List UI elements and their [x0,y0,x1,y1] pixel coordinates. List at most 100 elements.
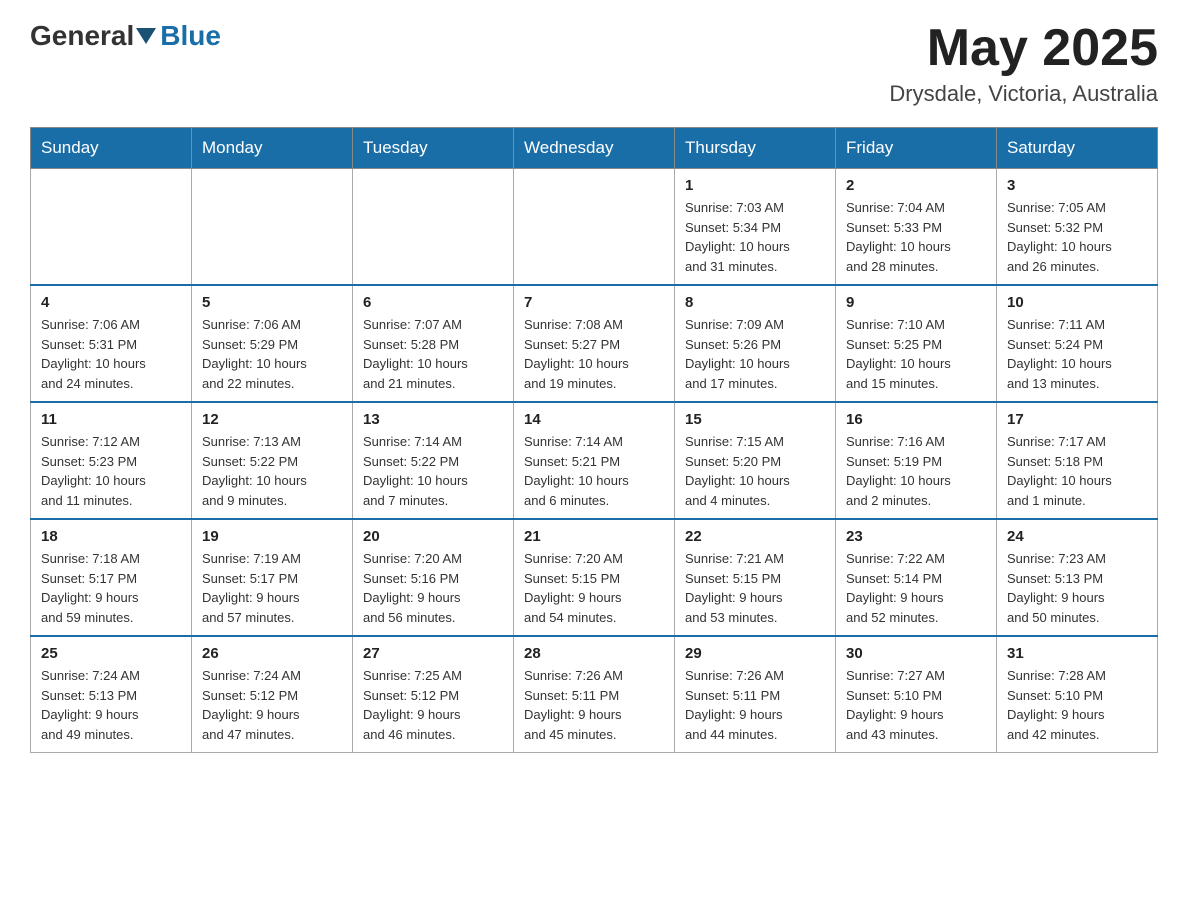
calendar-cell: 13 Sunrise: 7:14 AMSunset: 5:22 PMDayligh… [353,402,514,519]
calendar-cell: 28 Sunrise: 7:26 AMSunset: 5:11 PMDayligh… [514,636,675,753]
calendar-cell: 16 Sunrise: 7:16 AMSunset: 5:19 PMDayligh… [836,402,997,519]
day-info: Sunrise: 7:17 AMSunset: 5:18 PMDaylight:… [1007,432,1147,510]
day-info: Sunrise: 7:26 AMSunset: 5:11 PMDaylight:… [524,666,664,744]
day-number: 21 [524,528,664,545]
day-number: 3 [1007,177,1147,194]
day-info: Sunrise: 7:07 AMSunset: 5:28 PMDaylight:… [363,315,503,393]
calendar-cell: 19 Sunrise: 7:19 AMSunset: 5:17 PMDayligh… [192,519,353,636]
day-info: Sunrise: 7:23 AMSunset: 5:13 PMDaylight:… [1007,549,1147,627]
day-info: Sunrise: 7:21 AMSunset: 5:15 PMDaylight:… [685,549,825,627]
day-number: 18 [41,528,181,545]
calendar-cell [192,169,353,286]
calendar-cell: 21 Sunrise: 7:20 AMSunset: 5:15 PMDayligh… [514,519,675,636]
day-number: 15 [685,411,825,428]
calendar-cell: 31 Sunrise: 7:28 AMSunset: 5:10 PMDayligh… [997,636,1158,753]
day-number: 5 [202,294,342,311]
calendar-cell: 4 Sunrise: 7:06 AMSunset: 5:31 PMDaylight… [31,285,192,402]
day-number: 2 [846,177,986,194]
day-number: 4 [41,294,181,311]
day-number: 14 [524,411,664,428]
day-number: 8 [685,294,825,311]
calendar-cell [31,169,192,286]
day-info: Sunrise: 7:27 AMSunset: 5:10 PMDaylight:… [846,666,986,744]
day-number: 27 [363,645,503,662]
day-info: Sunrise: 7:25 AMSunset: 5:12 PMDaylight:… [363,666,503,744]
day-number: 16 [846,411,986,428]
calendar-header-wednesday: Wednesday [514,128,675,169]
calendar-cell: 5 Sunrise: 7:06 AMSunset: 5:29 PMDaylight… [192,285,353,402]
calendar-cell: 8Sunrise: 7:09 AMSunset: 5:26 PMDaylight… [675,285,836,402]
calendar-cell: 9 Sunrise: 7:10 AMSunset: 5:25 PMDaylight… [836,285,997,402]
month-year: May 2025 [889,20,1158,77]
day-info: Sunrise: 7:10 AMSunset: 5:25 PMDaylight:… [846,315,986,393]
calendar-header-monday: Monday [192,128,353,169]
calendar-cell: 12 Sunrise: 7:13 AMSunset: 5:22 PMDayligh… [192,402,353,519]
day-info: Sunrise: 7:08 AMSunset: 5:27 PMDaylight:… [524,315,664,393]
calendar-cell: 26Sunrise: 7:24 AMSunset: 5:12 PMDayligh… [192,636,353,753]
calendar-header-friday: Friday [836,128,997,169]
day-number: 7 [524,294,664,311]
location: Drysdale, Victoria, Australia [889,81,1158,107]
day-info: Sunrise: 7:20 AMSunset: 5:15 PMDaylight:… [524,549,664,627]
day-number: 26 [202,645,342,662]
calendar-cell: 24Sunrise: 7:23 AMSunset: 5:13 PMDayligh… [997,519,1158,636]
day-info: Sunrise: 7:14 AMSunset: 5:21 PMDaylight:… [524,432,664,510]
calendar-table: SundayMondayTuesdayWednesdayThursdayFrid… [30,127,1158,753]
calendar-cell: 15 Sunrise: 7:15 AMSunset: 5:20 PMDayligh… [675,402,836,519]
day-info: Sunrise: 7:12 AMSunset: 5:23 PMDaylight:… [41,432,181,510]
day-info: Sunrise: 7:26 AMSunset: 5:11 PMDaylight:… [685,666,825,744]
day-number: 9 [846,294,986,311]
day-info: Sunrise: 7:20 AMSunset: 5:16 PMDaylight:… [363,549,503,627]
day-info: Sunrise: 7:22 AMSunset: 5:14 PMDaylight:… [846,549,986,627]
calendar-cell: 23 Sunrise: 7:22 AMSunset: 5:14 PMDayligh… [836,519,997,636]
calendar-header-tuesday: Tuesday [353,128,514,169]
calendar-cell: 14 Sunrise: 7:14 AMSunset: 5:21 PMDayligh… [514,402,675,519]
day-number: 19 [202,528,342,545]
day-number: 30 [846,645,986,662]
day-info: Sunrise: 7:13 AMSunset: 5:22 PMDaylight:… [202,432,342,510]
day-info: Sunrise: 7:04 AMSunset: 5:33 PMDaylight:… [846,198,986,276]
day-number: 6 [363,294,503,311]
day-number: 25 [41,645,181,662]
calendar-cell: 6 Sunrise: 7:07 AMSunset: 5:28 PMDaylight… [353,285,514,402]
day-info: Sunrise: 7:28 AMSunset: 5:10 PMDaylight:… [1007,666,1147,744]
calendar-cell: 30 Sunrise: 7:27 AMSunset: 5:10 PMDayligh… [836,636,997,753]
day-info: Sunrise: 7:11 AMSunset: 5:24 PMDaylight:… [1007,315,1147,393]
day-info: Sunrise: 7:03 AMSunset: 5:34 PMDaylight:… [685,198,825,276]
day-number: 22 [685,528,825,545]
calendar-header-row: SundayMondayTuesdayWednesdayThursdayFrid… [31,128,1158,169]
day-number: 28 [524,645,664,662]
calendar-cell: 2 Sunrise: 7:04 AMSunset: 5:33 PMDaylight… [836,169,997,286]
calendar-header-sunday: Sunday [31,128,192,169]
calendar-week-5: 25 Sunrise: 7:24 AMSunset: 5:13 PMDayligh… [31,636,1158,753]
day-number: 23 [846,528,986,545]
day-info: Sunrise: 7:06 AMSunset: 5:29 PMDaylight:… [202,315,342,393]
day-number: 17 [1007,411,1147,428]
day-info: Sunrise: 7:06 AMSunset: 5:31 PMDaylight:… [41,315,181,393]
calendar-cell: 11 Sunrise: 7:12 AMSunset: 5:23 PMDayligh… [31,402,192,519]
calendar-cell [514,169,675,286]
day-number: 11 [41,411,181,428]
calendar-cell: 10Sunrise: 7:11 AMSunset: 5:24 PMDayligh… [997,285,1158,402]
day-number: 13 [363,411,503,428]
day-number: 12 [202,411,342,428]
day-info: Sunrise: 7:15 AMSunset: 5:20 PMDaylight:… [685,432,825,510]
calendar-header-thursday: Thursday [675,128,836,169]
day-info: Sunrise: 7:16 AMSunset: 5:19 PMDaylight:… [846,432,986,510]
title-section: May 2025 Drysdale, Victoria, Australia [889,20,1158,107]
day-number: 1 [685,177,825,194]
calendar-cell: 3Sunrise: 7:05 AMSunset: 5:32 PMDaylight… [997,169,1158,286]
page-header: General Blue May 2025 Drysdale, Victoria… [30,20,1158,107]
calendar-cell: 29Sunrise: 7:26 AMSunset: 5:11 PMDayligh… [675,636,836,753]
calendar-cell: 17 Sunrise: 7:17 AMSunset: 5:18 PMDayligh… [997,402,1158,519]
calendar-cell: 1 Sunrise: 7:03 AMSunset: 5:34 PMDaylight… [675,169,836,286]
calendar-cell: 27 Sunrise: 7:25 AMSunset: 5:12 PMDayligh… [353,636,514,753]
day-number: 31 [1007,645,1147,662]
calendar-cell: 7 Sunrise: 7:08 AMSunset: 5:27 PMDaylight… [514,285,675,402]
calendar-week-2: 4 Sunrise: 7:06 AMSunset: 5:31 PMDaylight… [31,285,1158,402]
calendar-week-1: 1 Sunrise: 7:03 AMSunset: 5:34 PMDaylight… [31,169,1158,286]
day-info: Sunrise: 7:24 AMSunset: 5:13 PMDaylight:… [41,666,181,744]
day-info: Sunrise: 7:14 AMSunset: 5:22 PMDaylight:… [363,432,503,510]
day-info: Sunrise: 7:19 AMSunset: 5:17 PMDaylight:… [202,549,342,627]
calendar-cell: 18Sunrise: 7:18 AMSunset: 5:17 PMDayligh… [31,519,192,636]
